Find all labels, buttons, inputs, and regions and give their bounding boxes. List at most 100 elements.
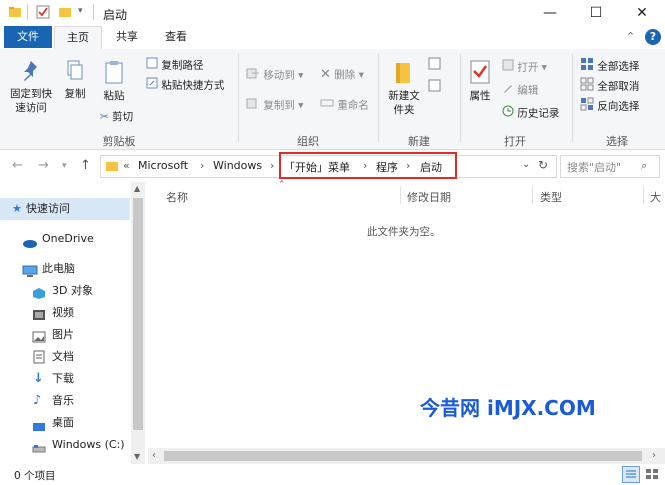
scroll-up-icon[interactable]: ▲ <box>134 184 140 193</box>
edit-label: 编辑 <box>517 84 539 97</box>
move-to-icon <box>246 67 260 84</box>
nav-downloads-label: 下载 <box>52 372 74 385</box>
select-group-label: 选择 <box>606 135 628 148</box>
crumb-separator[interactable]: › <box>200 159 204 172</box>
copy-path-button[interactable]: 复制路径 <box>146 57 203 73</box>
nav-item-onedrive[interactable]: OneDrive <box>0 228 130 250</box>
watermark: 今昔网 iMJX.COM <box>420 396 596 420</box>
nav-item-documents[interactable]: 文档 <box>0 346 130 368</box>
tab-share[interactable]: 共享 <box>105 26 149 48</box>
move-to-button[interactable]: 移动到 ▾ <box>246 67 303 83</box>
nav-item-quick-access[interactable]: ★ 快速访问 <box>0 198 130 220</box>
music-note-icon: ♪ <box>33 393 42 408</box>
details-view-icon[interactable] <box>622 466 640 483</box>
history-button[interactable]: 历史记录 <box>502 105 559 121</box>
nav-onedrive-label: OneDrive <box>42 232 94 245</box>
download-arrow-icon: ↓ <box>33 371 44 386</box>
copy-button[interactable]: 复制 <box>60 59 90 101</box>
open-label: 打开 <box>517 61 539 74</box>
nav-documents-label: 文档 <box>52 350 74 363</box>
scrollbar-thumb[interactable] <box>133 198 143 430</box>
nav-item-downloads[interactable]: ↓ 下载 <box>0 368 130 390</box>
hscroll-thumb[interactable] <box>164 451 642 461</box>
properties-icon[interactable] <box>36 5 50 19</box>
nav-item-music[interactable]: ♪ 音乐 <box>0 390 130 412</box>
tab-view[interactable]: 查看 <box>154 26 198 48</box>
forward-arrow-icon[interactable]: → <box>38 158 49 173</box>
window-title: 启动 <box>103 8 128 22</box>
search-placeholder: 搜索"启动" <box>567 161 622 174</box>
scroll-down-icon[interactable]: ▼ <box>134 452 140 461</box>
refresh-icon[interactable]: ↻ <box>538 158 548 172</box>
column-modified[interactable]: 修改日期 <box>407 189 451 205</box>
nav-item-pictures[interactable]: 图片 <box>0 324 130 346</box>
crumb-windows[interactable]: Windows <box>213 159 262 172</box>
nav-videos-label: 视频 <box>52 306 74 319</box>
up-arrow-icon[interactable]: ↑ <box>80 158 91 173</box>
invert-selection-button[interactable]: 反向选择 <box>580 97 639 113</box>
select-none-button[interactable]: 全部取消 <box>580 77 639 93</box>
nav-item-3d-objects[interactable]: 3D 对象 <box>0 280 130 302</box>
large-icons-view-icon[interactable] <box>644 466 660 481</box>
paste-button[interactable]: 粘贴 <box>99 59 129 103</box>
column-name[interactable]: 名称 <box>166 189 188 205</box>
scroll-right-icon[interactable]: › <box>652 450 656 461</box>
empty-folder-message: 此文件夹为空。 <box>367 226 441 238</box>
crumb-separator[interactable]: › <box>270 159 274 172</box>
tab-file[interactable]: 文件 <box>4 26 52 48</box>
horizontal-scrollbar[interactable]: ‹ › <box>148 448 665 464</box>
paste-shortcut-button[interactable]: 粘贴快捷方式 <box>146 77 224 93</box>
scissors-icon: ✂ <box>100 111 109 123</box>
properties-button[interactable]: 属性 <box>463 59 497 103</box>
pin-quick-access-button[interactable]: 固定到快速访问 <box>6 59 56 115</box>
help-icon[interactable]: ? <box>645 29 661 45</box>
new-folder-button[interactable]: 新建文件夹 <box>384 59 424 117</box>
back-arrow-icon[interactable]: ← <box>12 158 23 173</box>
close-button[interactable]: ✕ <box>619 0 665 26</box>
nav-scrollbar[interactable]: ▲ ▼ <box>131 182 145 464</box>
select-all-button[interactable]: 全部选择 <box>580 57 639 73</box>
collapse-ribbon-icon[interactable]: ⌃ <box>626 30 635 43</box>
history-label: 历史记录 <box>517 107 560 120</box>
delete-button[interactable]: ✕ 删除 ▾ <box>320 67 364 83</box>
customize-qat-icon[interactable]: ▾ <box>78 6 83 16</box>
rename-button[interactable]: 重命名 <box>320 97 369 113</box>
title-bar: ▾ 启动 — ☐ ✕ <box>0 0 665 26</box>
nav-item-this-pc[interactable]: 此电脑 <box>0 258 130 280</box>
invert-selection-icon <box>580 97 594 116</box>
copy-to-button[interactable]: 复制到 ▾ <box>246 97 303 113</box>
maximize-button[interactable]: ☐ <box>573 0 619 26</box>
copy-to-icon <box>246 97 260 114</box>
minimize-button[interactable]: — <box>527 0 573 26</box>
scroll-left-icon[interactable]: ‹ <box>152 450 156 461</box>
address-overflow[interactable]: « <box>123 159 130 172</box>
new-folder-icon[interactable] <box>58 5 72 19</box>
paste-shortcut-label: 粘贴快捷方式 <box>161 79 225 92</box>
paste-icon <box>103 59 125 89</box>
column-type[interactable]: 类型 <box>540 189 562 205</box>
column-size[interactable]: 大 <box>650 189 661 205</box>
nav-item-desktop[interactable]: 桌面 <box>0 412 130 434</box>
search-box[interactable]: 搜索"启动" ⌕ <box>560 155 660 178</box>
new-group-label: 新建 <box>408 135 430 148</box>
open-button[interactable]: 打开 ▾ <box>502 59 547 75</box>
crumb-microsoft[interactable]: Microsoft <box>138 159 188 172</box>
ribbon: 固定到快速访问 复制 粘贴 复制路径 粘贴快捷方式 ✂ 剪切 剪贴板 移动到 ▾… <box>0 49 665 150</box>
select-all-icon <box>580 57 594 76</box>
nav-this-pc-label: 此电脑 <box>42 262 75 275</box>
rename-label: 重命名 <box>337 99 369 112</box>
highlight-box <box>279 152 457 179</box>
clipboard-group-label: 剪贴板 <box>102 135 136 148</box>
easy-access-icon[interactable] <box>428 79 444 96</box>
nav-item-windows-c[interactable]: Windows (C:) <box>0 434 130 456</box>
edit-button[interactable]: 编辑 <box>502 82 538 98</box>
nav-quick-access-label: 快速访问 <box>26 202 70 215</box>
recent-locations-icon[interactable]: ▾ <box>62 161 67 171</box>
new-item-icon[interactable] <box>428 57 444 74</box>
cut-button[interactable]: ✂ 剪切 <box>100 109 133 125</box>
nav-item-videos[interactable]: 视频 <box>0 302 130 324</box>
tab-home[interactable]: 主页 <box>54 26 102 50</box>
address-dropdown-icon[interactable]: ⌄ <box>522 159 530 170</box>
search-icon[interactable]: ⌕ <box>641 159 647 173</box>
properties-label: 属性 <box>469 90 491 102</box>
